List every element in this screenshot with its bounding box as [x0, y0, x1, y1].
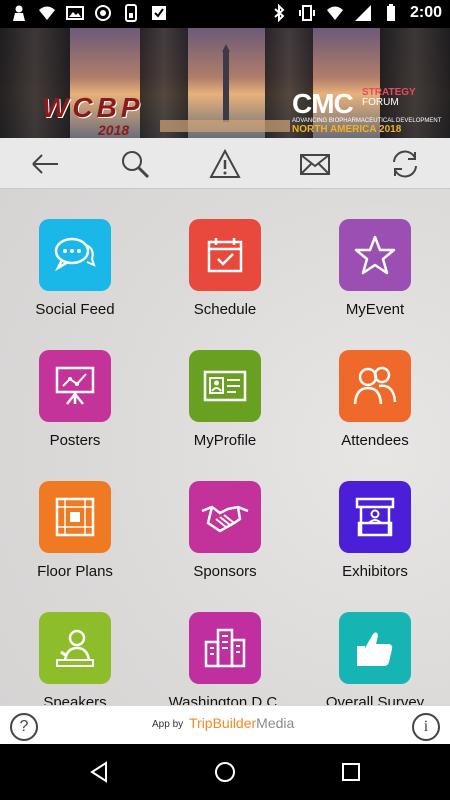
cmc-logo-strategy: STRATEGY FORUM [362, 87, 416, 108]
tile-icon-bg [39, 350, 111, 422]
reflecting-pool [160, 120, 290, 132]
tile-schedule[interactable]: Schedule [150, 189, 300, 320]
tile-label: Speakers [43, 694, 107, 705]
presentation-board-icon [55, 366, 95, 405]
cell-signal-icon [354, 5, 371, 21]
tile-label: Overall Survey [325, 694, 425, 705]
battery-icon [386, 4, 395, 21]
tile-floor-plans[interactable]: Floor Plans [0, 451, 150, 582]
toolbar [0, 138, 450, 189]
speaker-icon [56, 629, 94, 667]
floor-plan-icon [55, 497, 95, 537]
wifi-signal-icon [326, 6, 343, 20]
booth-icon [355, 497, 395, 537]
tile-icon-bg [339, 612, 411, 684]
tile-social-feed[interactable]: Social Feed [0, 189, 150, 320]
handshake-icon [201, 505, 249, 533]
tile-icon-bg [39, 481, 111, 553]
app-by-label: App by [152, 719, 184, 730]
cmc-logo-forum: FORUM [362, 97, 399, 108]
wcbp-logo: WCBP [42, 92, 144, 123]
menu-grid: Social Feed Schedule MyEvent Posters MyP… [0, 189, 450, 705]
tile-icon-bg [189, 350, 261, 422]
tile-icon-bg [189, 219, 261, 291]
monument-image [222, 44, 230, 122]
tile-label: MyEvent [345, 301, 405, 318]
tile-washington-dc[interactable]: Washington D.C. [150, 582, 300, 705]
tile-attendees[interactable]: Attendees [300, 320, 450, 451]
system-nav-bar [0, 744, 450, 800]
clock: 2:00 [409, 4, 442, 21]
cmc-logo: CMC STRATEGY FORUM ADVANCING BIOPHARMACEU… [292, 87, 441, 136]
back-nav-icon[interactable] [87, 760, 111, 784]
tile-icon-bg [39, 219, 111, 291]
home-nav-icon[interactable] [213, 760, 237, 784]
tile-myevent[interactable]: MyEvent [300, 189, 450, 320]
brand-part-b: Media [256, 715, 295, 731]
tripbuilder-logo[interactable]: TripBuilderMedia [189, 715, 294, 731]
people-icon [353, 366, 397, 405]
star-icon [354, 235, 396, 275]
tile-exhibitors[interactable]: Exhibitors [300, 451, 450, 582]
tile-icon-bg [189, 612, 261, 684]
tile-label: Floor Plans [37, 563, 113, 580]
tile-icon-bg [339, 481, 411, 553]
image-icon [66, 6, 84, 20]
tile-label: Posters [49, 432, 101, 449]
help-icon[interactable]: ? [10, 713, 38, 741]
calendar-check-icon [207, 238, 243, 273]
tile-icon-bg [39, 612, 111, 684]
footer: ? App by TripBuilderMedia i [0, 705, 450, 744]
circle-icon [95, 5, 111, 21]
event-banner: WCBP 2018 CMC STRATEGY FORUM ADVANCING BI… [0, 28, 450, 138]
back-arrow-icon[interactable] [29, 148, 61, 180]
tile-speakers[interactable]: Speakers [0, 582, 150, 705]
tile-label: Sponsors [193, 563, 257, 580]
refresh-icon[interactable] [389, 148, 421, 180]
search-icon[interactable] [119, 148, 151, 180]
wifi-icon [39, 6, 55, 20]
vibrate-icon [298, 5, 315, 21]
chat-bubbles-icon [54, 237, 96, 272]
status-bar: 2:00 [0, 0, 450, 28]
recents-nav-icon[interactable] [339, 760, 363, 784]
city-icon [204, 628, 246, 668]
checkbox-icon [152, 6, 166, 20]
tile-label: Social Feed [35, 301, 115, 318]
tile-icon-bg [189, 481, 261, 553]
tile-label: Schedule [193, 301, 257, 318]
tile-label: Exhibitors [342, 563, 408, 580]
tile-label: MyProfile [193, 432, 257, 449]
tile-overall-survey[interactable]: Overall Survey [300, 582, 450, 705]
bluetooth-icon [274, 4, 285, 22]
cmc-logo-region: NORTH AMERICA 2018 [292, 124, 402, 135]
tile-label: Attendees [341, 432, 409, 449]
tile-posters[interactable]: Posters [0, 320, 150, 451]
tile-sponsors[interactable]: Sponsors [150, 451, 300, 582]
person-icon [13, 5, 25, 21]
sim-icon [125, 4, 137, 22]
mail-icon[interactable] [299, 148, 331, 180]
id-card-icon [203, 370, 247, 402]
thumbs-up-icon [357, 632, 393, 666]
wcbp-year: 2018 [98, 122, 130, 138]
tile-myprofile[interactable]: MyProfile [150, 320, 300, 451]
info-icon[interactable]: i [412, 713, 440, 741]
tile-icon-bg [339, 350, 411, 422]
brand-part-a: TripBuilder [189, 715, 257, 731]
tile-label: Washington D.C. [168, 694, 282, 705]
tile-icon-bg [339, 219, 411, 291]
warning-icon[interactable] [209, 148, 241, 180]
